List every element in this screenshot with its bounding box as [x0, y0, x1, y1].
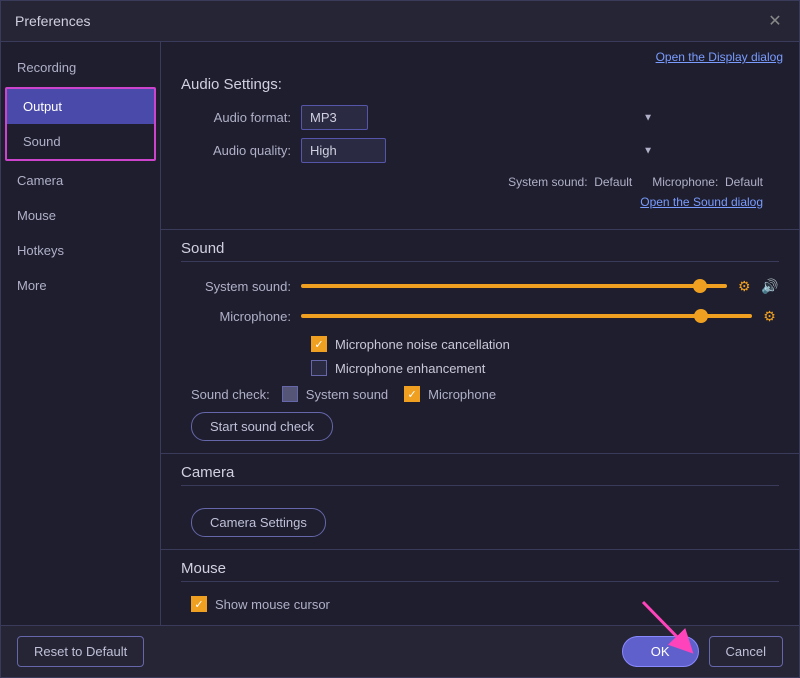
microphone-check-checkbox[interactable]: ✓ [404, 386, 420, 402]
microphone-slider-container: ⚙ [301, 306, 779, 326]
system-sound-label: System sound: Default [508, 175, 632, 189]
cancel-button[interactable]: Cancel [709, 636, 783, 667]
preferences-window: Preferences ✕ Recording Output Sound Cam… [0, 0, 800, 678]
system-sound-slider-row: System sound: ⚙ 🔊 [181, 276, 779, 296]
microphone-default-label: Microphone: Default [652, 175, 763, 189]
camera-settings-button[interactable]: Camera Settings [191, 508, 326, 537]
content-area: Open the Display dialog Audio Settings: … [161, 42, 799, 625]
sidebar: Recording Output Sound Camera Mouse Hotk… [1, 42, 161, 625]
mouse-section: Mouse ✓ Show mouse cursor [161, 550, 799, 624]
noise-cancellation-row: ✓ Microphone noise cancellation [311, 336, 779, 352]
sidebar-item-recording[interactable]: Recording [1, 50, 160, 85]
microphone-gear-icon[interactable]: ⚙ [760, 306, 779, 326]
sidebar-item-mouse[interactable]: Mouse [1, 198, 160, 233]
close-button[interactable]: ✕ [765, 11, 785, 31]
mouse-show-cursor-row: ✓ Show mouse cursor [191, 596, 779, 612]
bottom-bar: Reset to Default OK Cancel [1, 625, 799, 677]
audio-quality-select-wrapper[interactable]: High Medium Low [301, 138, 661, 163]
microphone-check-label: Microphone [428, 387, 496, 402]
audio-settings-title: Audio Settings: [181, 76, 779, 93]
noise-cancellation-label: Microphone noise cancellation [335, 337, 510, 352]
mouse-section-title: Mouse [181, 560, 779, 582]
audio-quality-select[interactable]: High Medium Low [301, 138, 386, 163]
noise-cancellation-checkmark: ✓ [314, 338, 323, 351]
audio-quality-row: Audio quality: High Medium Low [181, 138, 779, 163]
camera-section: Camera Camera Settings [161, 454, 799, 550]
microphone-slider-label: Microphone: [181, 309, 301, 324]
window-title: Preferences [15, 13, 90, 29]
enhancement-label: Microphone enhancement [335, 361, 485, 376]
reset-to-default-button[interactable]: Reset to Default [17, 636, 144, 667]
audio-format-label: Audio format: [181, 110, 301, 125]
sidebar-item-more[interactable]: More [1, 268, 160, 303]
camera-section-title: Camera [181, 464, 779, 486]
enhancement-row: Microphone enhancement [311, 360, 779, 376]
system-sound-volume-icon[interactable]: 🔊 [761, 276, 779, 296]
sound-check-label: Sound check: [191, 387, 270, 402]
sound-section-title: Sound [181, 240, 779, 262]
sidebar-item-output[interactable]: Output [7, 89, 154, 124]
open-sound-dialog-link[interactable]: Open the Sound dialog [181, 193, 779, 217]
audio-format-select-wrapper[interactable]: MP3 WAV AAC [301, 105, 661, 130]
system-sound-slider[interactable] [301, 284, 727, 288]
audio-settings-section: Audio Settings: Audio format: MP3 WAV AA… [161, 68, 799, 230]
open-display-dialog-link[interactable]: Open the Display dialog [161, 42, 799, 68]
start-sound-check-button[interactable]: Start sound check [191, 412, 333, 441]
sidebar-item-hotkeys[interactable]: Hotkeys [1, 233, 160, 268]
audio-format-select[interactable]: MP3 WAV AAC [301, 105, 368, 130]
system-sound-gear-icon[interactable]: ⚙ [735, 276, 753, 296]
system-sound-check-checkbox[interactable] [282, 386, 298, 402]
bottom-right-buttons: OK Cancel [622, 636, 783, 667]
system-sound-slider-label: System sound: [181, 279, 301, 294]
main-content: Recording Output Sound Camera Mouse Hotk… [1, 42, 799, 625]
sidebar-item-camera[interactable]: Camera [1, 163, 160, 198]
system-sound-check-label: System sound [306, 387, 388, 402]
show-cursor-label: Show mouse cursor [215, 597, 330, 612]
microphone-slider[interactable] [301, 314, 752, 318]
audio-format-row: Audio format: MP3 WAV AAC [181, 105, 779, 130]
titlebar: Preferences ✕ [1, 1, 799, 42]
show-cursor-checkbox[interactable]: ✓ [191, 596, 207, 612]
system-defaults-row: System sound: Default Microphone: Defaul… [181, 171, 779, 193]
ok-button[interactable]: OK [622, 636, 699, 667]
microphone-slider-row: Microphone: ⚙ [181, 306, 779, 326]
audio-quality-label: Audio quality: [181, 143, 301, 158]
noise-cancellation-checkbox[interactable]: ✓ [311, 336, 327, 352]
sound-check-row: Sound check: System sound ✓ Microphone [191, 386, 779, 402]
system-sound-slider-container: ⚙ 🔊 [301, 276, 779, 296]
enhancement-checkbox[interactable] [311, 360, 327, 376]
sidebar-item-sound[interactable]: Sound [7, 124, 154, 159]
sound-section: Sound System sound: ⚙ 🔊 Microphone: ⚙ [161, 230, 799, 454]
